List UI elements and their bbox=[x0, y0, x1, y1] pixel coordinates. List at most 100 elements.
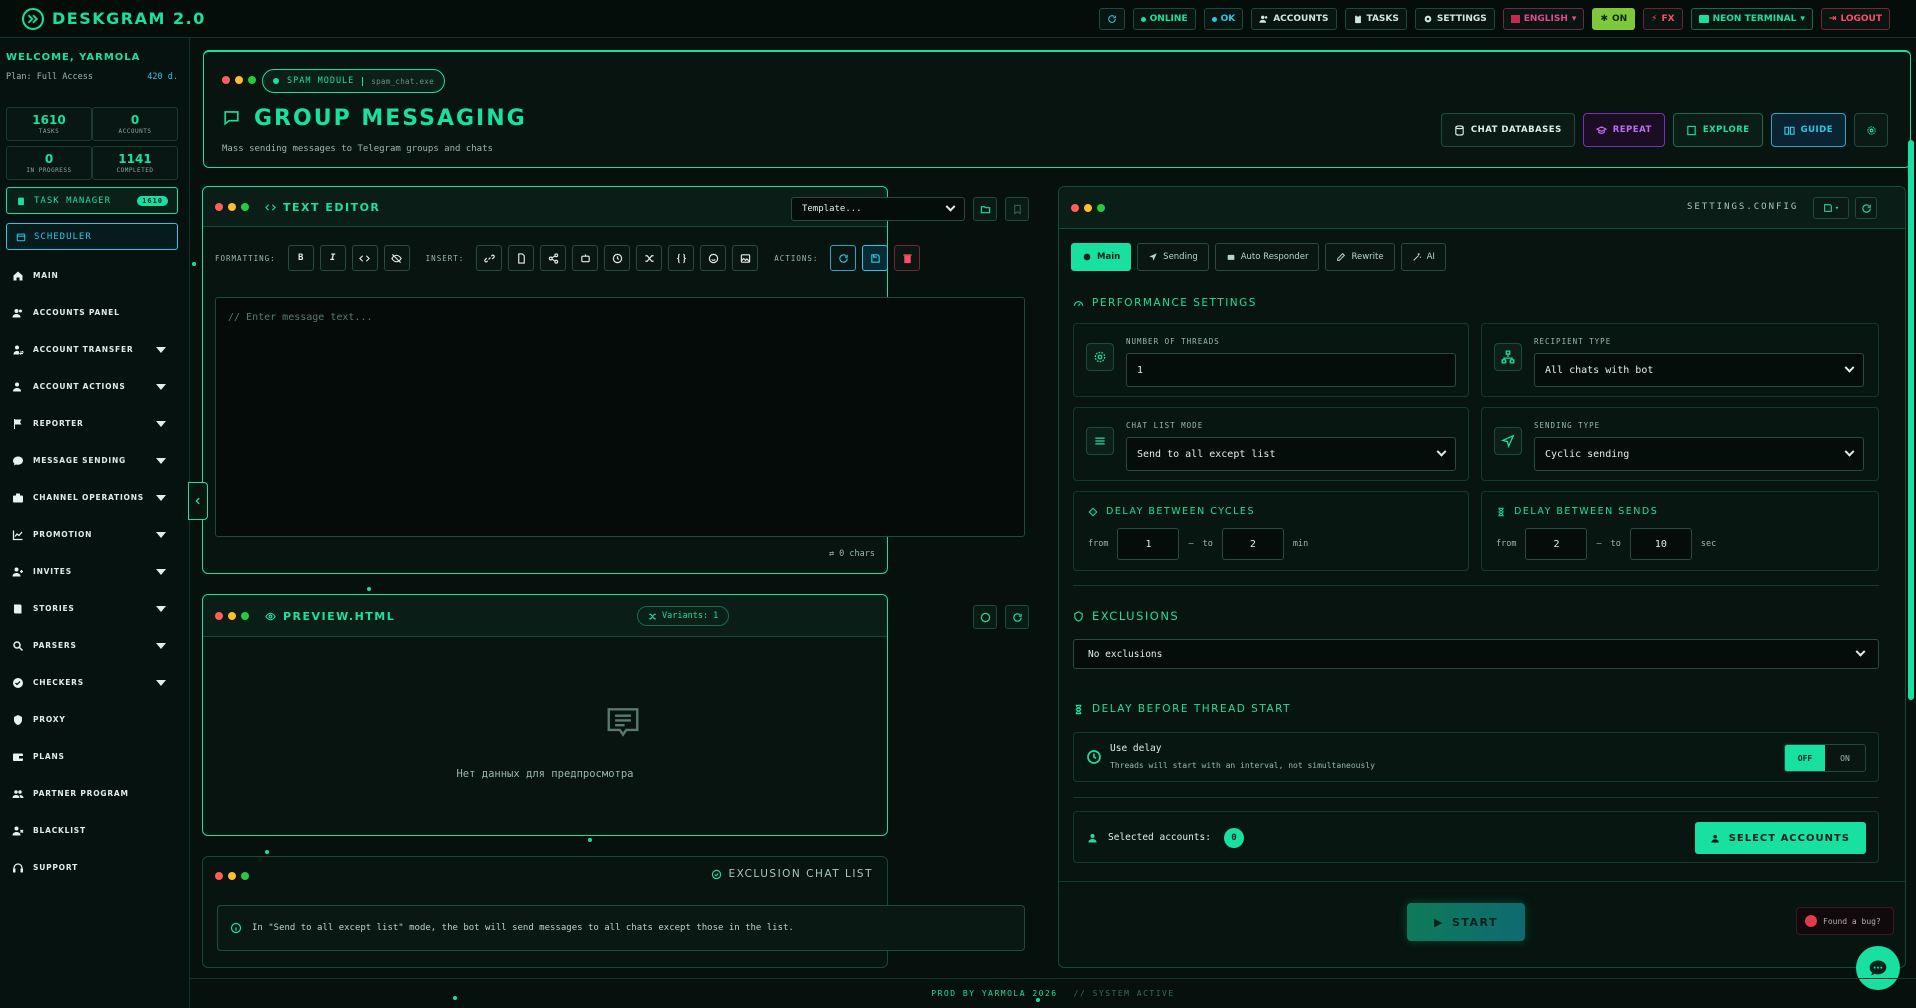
report-bug-button[interactable]: Found a bug? bbox=[1796, 907, 1894, 935]
message-text-input[interactable]: // Enter message text... bbox=[215, 297, 1025, 537]
sidebar-item-reporter[interactable]: REPORTER bbox=[0, 405, 190, 442]
logout-button[interactable]: ⇥ LOGOUT bbox=[1820, 8, 1890, 30]
chevron-down-icon[interactable] bbox=[156, 679, 166, 686]
insert-random-button[interactable] bbox=[636, 245, 663, 271]
sidebar-item-accounts-panel[interactable]: ACCOUNTS PANEL bbox=[0, 294, 190, 331]
chevron-down-icon[interactable] bbox=[156, 383, 166, 390]
theme-select[interactable]: NEON TERMINAL ▾ bbox=[1690, 8, 1813, 30]
logo[interactable]: DESKGRAM 2.0 bbox=[22, 7, 206, 30]
insert-file-button[interactable] bbox=[508, 245, 535, 271]
delay-sends-card: DELAY BETWEEN SENDS from 2 — to 10 sec bbox=[1481, 491, 1879, 571]
chevron-down-icon[interactable] bbox=[156, 457, 166, 464]
recipient-type-select[interactable]: All chats with bot bbox=[1534, 353, 1864, 387]
insert-emoji-button[interactable] bbox=[700, 245, 727, 271]
delete-text-button[interactable] bbox=[894, 245, 921, 271]
delay-cycles-to-input[interactable]: 2 bbox=[1221, 528, 1284, 560]
delay-cycles-from-input[interactable]: 1 bbox=[1117, 528, 1180, 560]
fx-toggle[interactable]: ⚡ FX bbox=[1643, 8, 1683, 30]
sidebar-item-proxy[interactable]: PROXY bbox=[0, 701, 190, 738]
sidebar-item-channel-operations[interactable]: CHANNEL OPERATIONS bbox=[0, 479, 190, 516]
repeat-button[interactable]: REPEAT bbox=[1582, 113, 1665, 147]
chevron-down-icon[interactable] bbox=[156, 420, 166, 427]
chevron-down-icon[interactable] bbox=[156, 568, 166, 575]
language-select[interactable]: ENGLISH ▾ bbox=[1502, 8, 1585, 30]
guide-button[interactable]: GUIDE bbox=[1770, 113, 1846, 147]
settings-button[interactable]: SETTINGS bbox=[1414, 8, 1495, 30]
sidebar-item-label: STORIES bbox=[33, 604, 75, 613]
delay-sends-from-input[interactable]: 2 bbox=[1525, 528, 1588, 560]
chevron-down-icon[interactable] bbox=[156, 531, 166, 538]
preview-refresh-button[interactable] bbox=[1005, 605, 1029, 629]
preview-palette-button[interactable] bbox=[973, 605, 997, 629]
select-accounts-button[interactable]: SELECT ACCOUNTS bbox=[1694, 822, 1866, 854]
text-editor-header: TEXT EDITOR Template... bbox=[203, 187, 1029, 227]
task-manager-button[interactable]: TASK MANAGER 1610 bbox=[6, 187, 178, 214]
delay-sends-to-input[interactable]: 10 bbox=[1629, 528, 1692, 560]
threads-input[interactable]: 1 bbox=[1126, 353, 1456, 387]
sidebar-item-partner-program[interactable]: PARTNER PROGRAM bbox=[0, 775, 190, 812]
chevron-down-icon[interactable] bbox=[156, 494, 166, 501]
bold-button[interactable]: B bbox=[287, 245, 314, 271]
save-text-button[interactable] bbox=[862, 245, 889, 271]
sidebar-item-blacklist[interactable]: BLACKLIST bbox=[0, 812, 190, 849]
spoiler-button[interactable] bbox=[383, 245, 410, 271]
sidebar-item-parsers[interactable]: PARSERS bbox=[0, 627, 190, 664]
sidebar-item-plans[interactable]: PLANS bbox=[0, 738, 190, 775]
italic-button[interactable]: I bbox=[319, 245, 346, 271]
code-button[interactable] bbox=[351, 245, 378, 271]
insert-image-button[interactable] bbox=[732, 245, 759, 271]
sending-type-select[interactable]: Cyclic sending bbox=[1534, 437, 1864, 471]
sidebar-item-account-transfer[interactable]: ACCOUNT TRANSFER bbox=[0, 331, 190, 368]
sound-toggle[interactable]: ✱ ON bbox=[1592, 8, 1636, 30]
config-reset-button[interactable] bbox=[1855, 197, 1877, 219]
sidebar-item-invites[interactable]: INVITES bbox=[0, 553, 190, 590]
tasks-button[interactable]: TASKS bbox=[1344, 8, 1407, 30]
insert-bot-button[interactable] bbox=[572, 245, 599, 271]
config-preset-select[interactable]: ▾ bbox=[1813, 197, 1849, 219]
insert-link-button[interactable] bbox=[476, 245, 503, 271]
start-button[interactable]: ▶ START bbox=[1407, 903, 1525, 941]
module-settings-button[interactable] bbox=[1854, 113, 1888, 147]
sidebar-item-stories[interactable]: STORIES bbox=[0, 590, 190, 627]
chat-list-mode-select[interactable]: Send to all except list bbox=[1126, 437, 1456, 471]
book-open-icon bbox=[1783, 125, 1795, 136]
sidebar-item-checkers[interactable]: CHECKERS bbox=[0, 664, 190, 701]
use-delay-toggle[interactable]: OFF ON bbox=[1784, 744, 1866, 772]
sync-button[interactable] bbox=[830, 245, 857, 271]
refresh-button[interactable] bbox=[1098, 8, 1125, 30]
clock-icon bbox=[612, 253, 623, 264]
flag-icon bbox=[12, 418, 24, 430]
tab-auto-responder[interactable]: Auto Responder bbox=[1214, 243, 1320, 271]
ok-dot-icon bbox=[1211, 16, 1217, 22]
insert-variable-button[interactable] bbox=[668, 245, 695, 271]
scheduler-button[interactable]: SCHEDULER bbox=[6, 223, 178, 250]
chevron-down-icon[interactable] bbox=[156, 642, 166, 649]
sidebar-item-promotion[interactable]: PROMOTION bbox=[0, 516, 190, 553]
sidebar-item-account-actions[interactable]: ACCOUNT ACTIONS bbox=[0, 368, 190, 405]
sidebar-item-message-sending[interactable]: MESSAGE SENDING bbox=[0, 442, 190, 479]
footer: PROD BY YARMOLA 2026 // SYSTEM ACTIVE bbox=[190, 978, 1916, 1008]
speedometer-icon bbox=[1073, 298, 1084, 309]
template-load-button[interactable] bbox=[973, 197, 997, 221]
variants-badge: Variants: 1 bbox=[637, 606, 730, 626]
insert-share-button[interactable] bbox=[540, 245, 567, 271]
toggle-off[interactable]: OFF bbox=[1785, 745, 1825, 771]
sidebar-collapse-button[interactable] bbox=[188, 482, 208, 520]
insert-time-button[interactable] bbox=[604, 245, 631, 271]
accounts-button[interactable]: ACCOUNTS bbox=[1251, 8, 1337, 30]
tab-rewrite[interactable]: Rewrite bbox=[1325, 243, 1395, 271]
tab-ai[interactable]: AI bbox=[1400, 243, 1446, 271]
exclusions-select[interactable]: No exclusions bbox=[1073, 639, 1879, 669]
chevron-down-icon[interactable] bbox=[156, 605, 166, 612]
explore-button[interactable]: EXPLORE bbox=[1672, 113, 1763, 147]
tab-main[interactable]: Main bbox=[1071, 243, 1132, 271]
chevron-down-icon[interactable] bbox=[156, 346, 166, 353]
sidebar-item-support[interactable]: SUPPORT bbox=[0, 849, 190, 886]
template-select[interactable]: Template... bbox=[791, 197, 965, 221]
template-save-button[interactable] bbox=[1005, 197, 1029, 221]
sidebar-item-main[interactable]: MAIN bbox=[0, 257, 190, 294]
tab-sending[interactable]: Sending bbox=[1137, 243, 1209, 271]
chat-databases-button[interactable]: CHAT DATABASES bbox=[1440, 113, 1575, 147]
toggle-on[interactable]: ON bbox=[1825, 745, 1865, 771]
page-scrollbar[interactable] bbox=[1908, 140, 1914, 700]
